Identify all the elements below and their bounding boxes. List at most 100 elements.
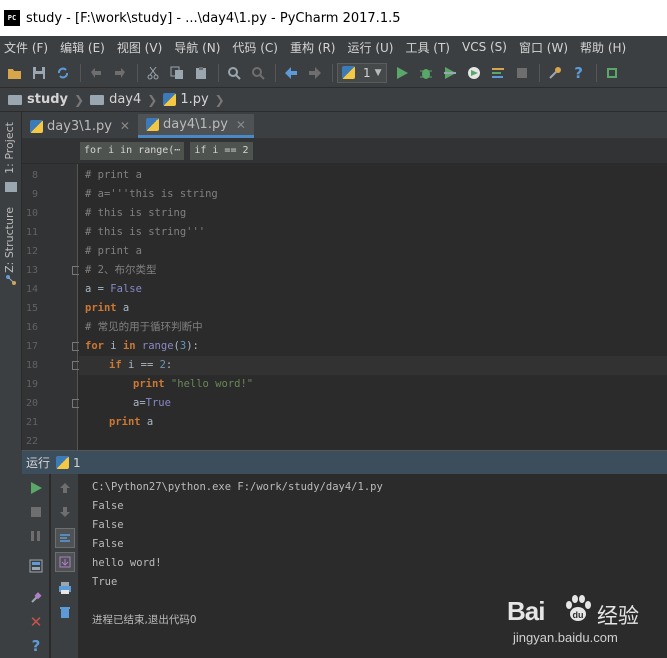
line-number: 13: [25, 265, 38, 276]
pause-icon[interactable]: [26, 526, 46, 546]
editor-tab-bar: day3\1.py ✕ day4\1.py ✕: [22, 112, 667, 138]
code-token: :: [165, 359, 173, 371]
code-token: i: [103, 340, 123, 352]
tab-label: day3\1.py: [47, 118, 112, 134]
sync-icon[interactable]: [52, 62, 74, 84]
scope-for-loop[interactable]: for i in range(⋯: [80, 141, 185, 160]
menu-tools[interactable]: 工具 (T): [405, 39, 450, 56]
menu-code[interactable]: 代码 (C): [232, 39, 278, 56]
project-tool-tab[interactable]: 1: Project: [3, 122, 16, 174]
stop-icon[interactable]: [511, 62, 533, 84]
toolbar-separator: [137, 63, 138, 82]
watermark-url: jingyan.baidu.com: [513, 630, 618, 645]
comment-text: # print a: [85, 245, 142, 257]
copy-icon[interactable]: [166, 62, 188, 84]
code-line: # a='''this is string: [79, 185, 667, 204]
close-icon[interactable]: ✕: [120, 119, 130, 133]
breadcrumb-item-file[interactable]: 1.py: [163, 92, 209, 107]
code-token: in: [122, 340, 136, 352]
save-icon[interactable]: [28, 62, 50, 84]
breadcrumb-item-day4[interactable]: day4: [90, 92, 141, 107]
code-line: a = False: [79, 280, 667, 299]
code-line: # 2、布尔类型: [79, 261, 667, 280]
menu-run[interactable]: 运行 (U): [348, 39, 394, 56]
coverage-icon[interactable]: [439, 62, 461, 84]
concurrency-icon[interactable]: [487, 62, 509, 84]
tab-day3-1-py[interactable]: day3\1.py ✕: [22, 114, 138, 138]
cut-icon[interactable]: [142, 62, 164, 84]
run-configuration-name: 1: [363, 65, 371, 80]
line-number: 21: [25, 417, 38, 428]
menu-edit[interactable]: 编辑 (E): [60, 39, 105, 56]
breadcrumb-item-study[interactable]: study: [8, 92, 68, 107]
python-file-icon: [145, 118, 159, 131]
menu-vcs[interactable]: VCS (S): [462, 40, 507, 54]
breadcrumb-label: 1.py: [180, 92, 209, 107]
toolbar-separator: [332, 63, 333, 82]
menu-window[interactable]: 窗口 (W): [519, 39, 568, 56]
chevron-right-icon: ❯: [214, 92, 225, 107]
code-editor[interactable]: # print a # a='''this is string # this i…: [79, 164, 667, 450]
structure-tab-label: Z: Structure: [3, 207, 16, 273]
pin-icon[interactable]: [26, 588, 46, 608]
settings-icon[interactable]: [544, 62, 566, 84]
chevron-right-icon: ❯: [74, 92, 85, 107]
code-scope-bar: for i in range(⋯ if i == 2: [22, 138, 667, 164]
menu-navigate[interactable]: 导航 (N): [174, 39, 220, 56]
editor-gutter: 8 9 10 11 12 13 14 15 16 17 18 19 20 21 …: [22, 164, 81, 450]
arrow-down-icon[interactable]: [55, 502, 75, 522]
run-config-tab[interactable]: 1: [73, 456, 81, 470]
folder-icon: [8, 94, 22, 105]
code-line-current: if i == 2:: [79, 356, 667, 375]
breadcrumb-label: study: [27, 92, 68, 107]
redo-icon[interactable]: [109, 62, 131, 84]
run-icon[interactable]: [391, 62, 413, 84]
scroll-to-end-icon[interactable]: [55, 552, 75, 572]
back-icon[interactable]: [280, 62, 302, 84]
line-number: 15: [25, 303, 38, 314]
run-configuration-selector[interactable]: 1 ▼: [337, 62, 387, 83]
line-number: 16: [25, 322, 38, 333]
code-token: print: [85, 302, 117, 314]
code-line: print a: [79, 299, 667, 318]
watermark-brand-suffix: 经验: [597, 604, 639, 628]
scope-if-statement[interactable]: if i == 2: [190, 141, 253, 160]
menu-bar: 文件 (F) 编辑 (E) 视图 (V) 导航 (N) 代码 (C) 重构 (R…: [0, 36, 667, 58]
forward-icon[interactable]: [304, 62, 326, 84]
trash-icon[interactable]: [55, 602, 75, 622]
debug-icon[interactable]: [415, 62, 437, 84]
help-icon[interactable]: ?: [26, 636, 46, 656]
find-icon[interactable]: [223, 62, 245, 84]
project-folder-icon: [5, 182, 17, 192]
arrow-up-icon[interactable]: [55, 478, 75, 498]
tab-label: day4\1.py: [162, 117, 228, 132]
toolbar-separator: [595, 63, 597, 82]
profile-icon[interactable]: [463, 62, 485, 84]
code-token: i ==: [121, 359, 160, 371]
undo-icon[interactable]: [85, 62, 107, 84]
layout-icon[interactable]: [26, 556, 46, 576]
menu-help[interactable]: 帮助 (H): [580, 39, 626, 56]
close-icon[interactable]: ✕: [236, 118, 246, 132]
print-icon[interactable]: [55, 578, 75, 598]
tab-day4-1-py[interactable]: day4\1.py ✕: [137, 114, 254, 138]
close-icon[interactable]: ✕: [26, 612, 46, 632]
stop-icon[interactable]: [26, 502, 46, 522]
python-icon: [342, 66, 355, 79]
pycharm-app-icon: PC: [4, 10, 20, 26]
soft-wrap-icon[interactable]: [55, 528, 75, 548]
open-folder-icon[interactable]: [4, 62, 26, 84]
paste-icon[interactable]: [190, 62, 212, 84]
rerun-icon[interactable]: [26, 478, 46, 498]
help-icon[interactable]: ?: [568, 62, 590, 84]
vcs-icon[interactable]: [601, 62, 623, 84]
menu-file[interactable]: 文件 (F): [4, 39, 48, 56]
menu-refactor[interactable]: 重构 (R): [290, 39, 336, 56]
toolbar-separator: [538, 63, 540, 82]
replace-icon[interactable]: [247, 62, 269, 84]
code-token: True: [145, 397, 171, 409]
main-toolbar: 1 ▼ ?: [0, 58, 667, 88]
structure-tool-tab[interactable]: Z: Structure: [3, 207, 16, 273]
menu-view[interactable]: 视图 (V): [117, 39, 162, 56]
